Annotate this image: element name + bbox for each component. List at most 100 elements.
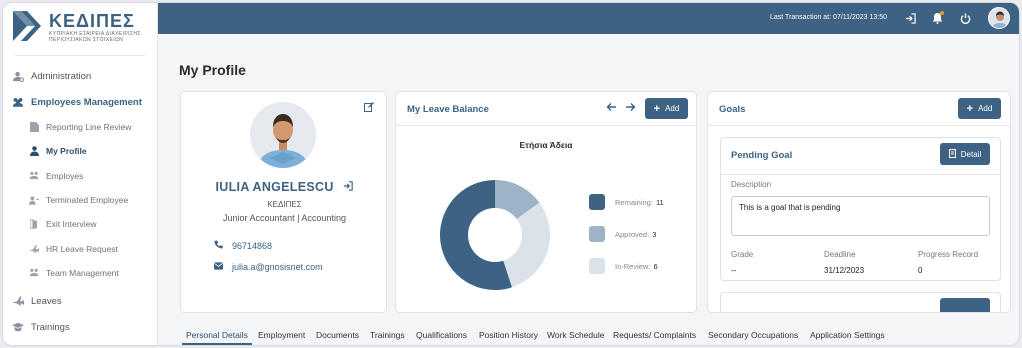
sidebar-item-leaves[interactable]: Leaves [3,288,158,314]
sidebar-item-label: Terminated Employee [46,195,129,206]
user-gear-icon [12,70,24,82]
tab-work-schedule[interactable]: Work Schedule [547,330,604,340]
sidebar-item-trainings[interactable]: Trainings [3,314,158,340]
legend-label: Remaining: [615,197,653,207]
document-icon [948,148,956,160]
sign-in-icon[interactable] [903,11,917,25]
login-as-icon[interactable] [343,181,354,194]
progress-value: 0 [918,266,923,275]
sidebar-item-label: Leaves [31,295,62,307]
goals-add-button[interactable]: + Add [958,98,1001,119]
sidebar-item-exit-interview[interactable]: Exit Interview [3,212,158,236]
goal-description-field[interactable]: This is a goal that is pending [731,196,990,236]
phone-icon [214,240,224,251]
page-title: My Profile [179,62,246,78]
sidebar-item-label: Exit Interview [46,219,97,230]
donut-hole [468,208,522,262]
envelope-icon [214,262,224,272]
tab-position-history[interactable]: Position History [479,330,538,340]
tab-qualifications[interactable]: Qualifications [416,330,467,340]
tab-secondary-occupations[interactable]: Secondary Occupations [708,330,798,340]
active-tab-indicator [182,343,252,345]
profile-email-row: julia.a@gnosisnet.com [214,262,323,272]
edit-icon[interactable] [364,102,374,112]
sidebar: ΚΕΔΙΠΕΣ ΚΥΠΡΙΑΚΗ ΕΤΑΙΡΕΙΑ ΔΙΑΧΕΙΡΙΣΗΣ ΠΕ… [3,3,158,345]
power-icon[interactable] [958,11,972,25]
notification-dot [940,11,944,15]
profile-phone[interactable]: 96714868 [232,241,272,251]
profile-email[interactable]: julia.a@gnosisnet.com [232,262,323,272]
leave-add-button[interactable]: + Add [645,98,688,119]
profile-card: IULIA ANGELESCU ΚΕΔΙΠΕΣ Junior Accountan… [180,91,387,313]
last-transaction-text: Last Transaction at: 07/11/2023 13:50 [770,14,888,21]
sidebar-item-team-management[interactable]: Team Management [3,261,158,285]
plane-icon [12,295,24,307]
tab-personal-details[interactable]: Personal Details [186,330,248,340]
sidebar-item-label: Team Management [46,267,119,278]
brand-title: ΚΕΔΙΠΕΣ [49,11,135,31]
deadline-label: Deadline [824,250,856,259]
goal-detail-button[interactable]: Detail [940,143,990,165]
legend-in-review: In-Review: 6 [589,258,658,274]
plane-icon [29,243,39,255]
tab-requests-complaints[interactable]: Requests/ Complaints [613,330,696,340]
goal-item [720,292,1001,312]
legend-approved: Approved: 3 [589,226,656,242]
arrow-left-icon[interactable] [606,102,617,115]
arrow-right-icon[interactable] [625,102,636,115]
profile-company: ΚΕΔΙΠΕΣ [267,200,302,209]
progress-label: Progress Record [918,250,979,259]
sidebar-item-label: Employes [46,170,84,181]
tab-employment[interactable]: Employment [258,330,305,340]
sidebar-item-employes[interactable]: Employes [3,164,158,188]
sidebar-nav: Administration Employees Management Repo… [3,63,158,340]
topbar: Last Transaction at: 07/11/2023 13:50 [158,3,1019,34]
users-icon [29,170,39,182]
legend-swatch [589,258,605,274]
sidebar-item-label: Administration [31,70,92,82]
goals-card: Goals + Add Pending Goal Detail Descript… [707,91,1011,313]
deadline-value: 31/12/2023 [824,266,865,275]
legend-value: 3 [652,229,657,239]
plus-icon: + [653,102,661,115]
sidebar-item-terminated-employee[interactable]: Terminated Employee [3,188,158,212]
detail-label: Detail [960,149,982,159]
leave-balance-card: My Leave Balance + Add Ετήσια Άδεια Rema… [395,91,697,313]
chart-title: Ετήσια Άδεια [519,140,573,150]
tab-application-settings[interactable]: Application Settings [810,330,885,340]
brand-logo[interactable]: ΚΕΔΙΠΕΣ ΚΥΠΡΙΑΚΗ ΕΤΑΙΡΕΙΑ ΔΙΑΧΕΙΡΙΣΗΣ ΠΕ… [13,11,143,49]
app-window: ΚΕΔΙΠΕΣ ΚΥΠΡΙΑΚΗ ΕΤΑΙΡΕΙΑ ΔΙΑΧΕΙΡΙΣΗΣ ΠΕ… [2,2,1020,346]
sidebar-item-label: Reporting Line Review [46,122,132,133]
profile-name-row: IULIA ANGELESCU [181,180,388,194]
sidebar-item-label: HR Leave Request [46,243,118,254]
file-icon [29,121,39,133]
plus-icon: + [966,102,974,115]
profile-role: Junior Accountant | Accounting [223,213,346,223]
bell-icon[interactable] [930,11,944,25]
sidebar-item-hr-leave-request[interactable]: HR Leave Request [3,236,158,260]
divider [721,174,1000,175]
user-avatar[interactable] [988,7,1010,29]
leave-donut-chart [440,180,550,290]
legend-value: 6 [653,261,658,271]
divider [15,55,145,56]
legend-swatch [589,226,605,242]
profile-phone-row: 96714868 [214,240,272,251]
card-header: Goals + Add [708,92,1010,126]
legend-swatch [589,194,605,210]
sidebar-item-administration[interactable]: Administration [3,63,158,89]
user-icon [29,145,39,157]
goal-detail-button[interactable] [940,298,990,312]
sidebar-item-my-profile[interactable]: My Profile [3,139,158,163]
tab-documents[interactable]: Documents [316,330,359,340]
graduation-cap-icon [12,321,24,333]
profile-name: IULIA ANGELESCU [215,180,334,194]
user-minus-icon [29,194,39,206]
sidebar-item-employees-management[interactable]: Employees Management [3,89,158,115]
card-header: My Leave Balance + Add [396,92,696,126]
sidebar-item-reporting-line-review[interactable]: Reporting Line Review [3,115,158,139]
tab-trainings[interactable]: Trainings [370,330,405,340]
goals-title: Goals [719,104,746,115]
grade-label: Grade [731,250,754,259]
goal-title: Pending Goal [731,150,793,161]
